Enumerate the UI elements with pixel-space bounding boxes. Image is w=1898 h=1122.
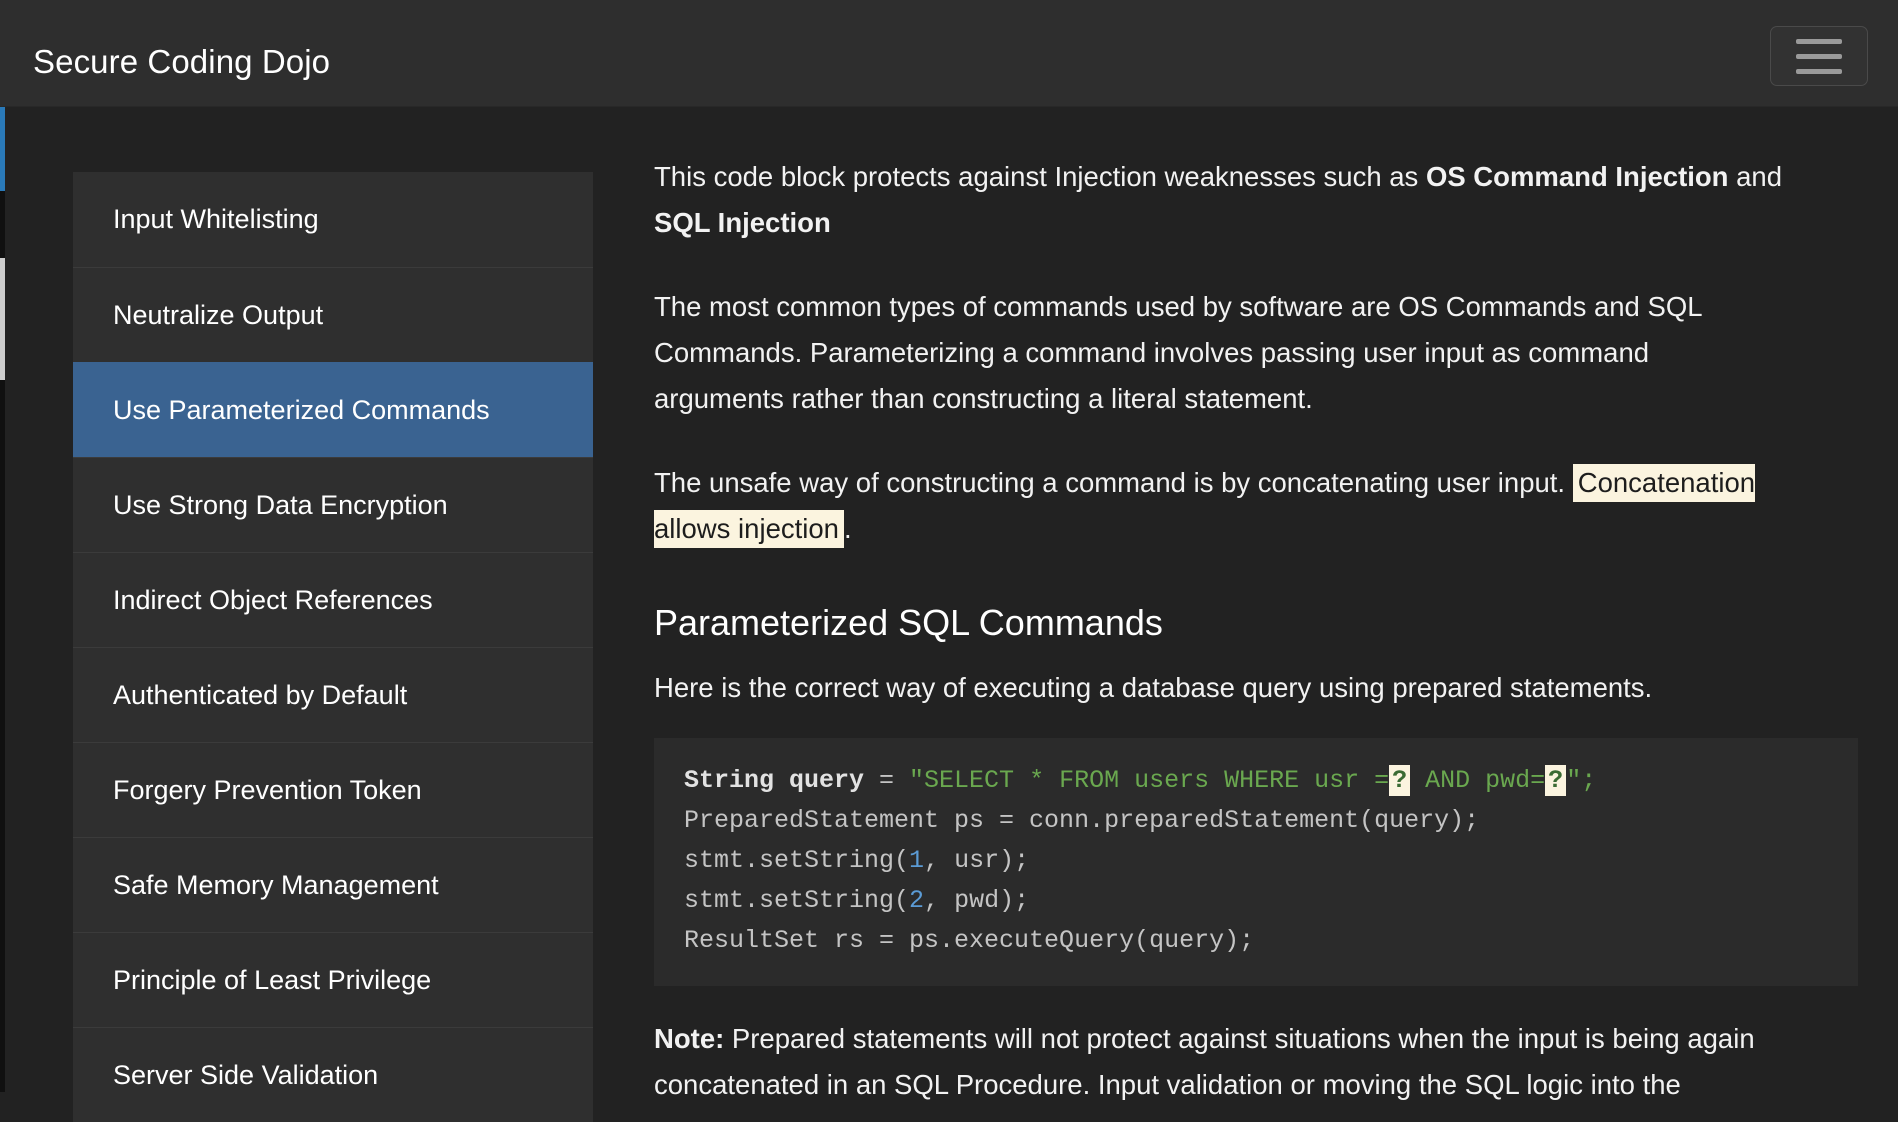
code-line3-post: , usr); xyxy=(924,846,1030,875)
code-block: String query = "SELECT * FROM users WHER… xyxy=(654,738,1858,986)
code-line5: ResultSet rs = ps.executeQuery(query); xyxy=(684,926,1255,955)
sidebar-item-label: Safe Memory Management xyxy=(113,870,439,900)
sidebar-item-label: Neutralize Output xyxy=(113,300,324,330)
code-line1-keyword: String query xyxy=(684,766,865,795)
note-label: Note: xyxy=(654,1023,725,1054)
hamburger-menu-icon-bar-3 xyxy=(1796,68,1842,74)
section-subtext: Here is the correct way of executing a d… xyxy=(654,672,1653,703)
sidebar-item-use-strong-data-encryption[interactable]: Use Strong Data Encryption xyxy=(73,457,593,552)
code-line1-string-mid: AND pwd= xyxy=(1410,766,1546,795)
code-line1-string-open: "SELECT * FROM users WHERE usr = xyxy=(909,766,1390,795)
sidebar-item-server-side-validation[interactable]: Server Side Validation xyxy=(73,1027,593,1122)
code-line1-placeholder-2: ? xyxy=(1545,765,1567,796)
code-line1-equals: = xyxy=(864,766,910,795)
sidebar-item-authenticated-by-default[interactable]: Authenticated by Default xyxy=(73,647,593,742)
sidebar-item-forgery-prevention-token[interactable]: Forgery Prevention Token xyxy=(73,742,593,837)
code-line1-string-close: "; xyxy=(1566,766,1597,795)
left-edge-rail xyxy=(0,107,5,1092)
code-line2: PreparedStatement ps = conn.preparedStat… xyxy=(684,806,1480,835)
code-line4-post: , pwd); xyxy=(924,886,1030,915)
sidebar-item-principle-of-least-privilege[interactable]: Principle of Least Privilege xyxy=(73,932,593,1027)
note-paragraph: Note: Prepared statements will not prote… xyxy=(654,1016,1859,1108)
code-line4-number: 2 xyxy=(909,886,925,915)
sidebar-item-label: Forgery Prevention Token xyxy=(113,775,422,805)
sidebar-item-label: Server Side Validation xyxy=(113,1060,379,1090)
section-heading: Parameterized SQL Commands xyxy=(654,602,1163,643)
intro-text-part2: and xyxy=(1728,161,1782,192)
sidebar-item-neutralize-output[interactable]: Neutralize Output xyxy=(73,267,593,362)
sidebar-item-label: Principle of Least Privilege xyxy=(113,965,432,995)
sidebar-item-label: Use Parameterized Commands xyxy=(113,395,490,425)
intro-text-part1: This code block protects against Injecti… xyxy=(654,161,1426,192)
code-line3-pre: stmt.setString( xyxy=(684,846,910,875)
intro-paragraph: This code block protects against Injecti… xyxy=(654,154,1839,246)
app-header: Secure Coding Dojo xyxy=(0,0,1898,107)
hamburger-menu-icon-bar-2 xyxy=(1796,53,1842,59)
sidebar-item-indirect-object-references[interactable]: Indirect Object References xyxy=(73,552,593,647)
sidebar-nav: Input Whitelisting Neutralize Output Use… xyxy=(73,172,593,1122)
intro-bold-os-command-injection: OS Command Injection xyxy=(1425,161,1729,192)
intro-bold-sql-injection: SQL Injection xyxy=(654,207,831,238)
sidebar-item-label: Indirect Object References xyxy=(113,585,433,615)
sidebar-item-safe-memory-management[interactable]: Safe Memory Management xyxy=(73,837,593,932)
brand-title: Secure Coding Dojo xyxy=(33,43,331,80)
page-scrollbar-thumb[interactable] xyxy=(0,258,5,380)
hamburger-menu-icon-bar-1 xyxy=(1796,38,1842,44)
code-line1-placeholder-1: ? xyxy=(1389,765,1411,796)
unsafe-text-part2: . xyxy=(843,513,852,544)
sidebar-item-label: Use Strong Data Encryption xyxy=(113,490,448,520)
code-content: String query = "SELECT * FROM users WHER… xyxy=(684,765,1596,955)
page-body: Input Whitelisting Neutralize Output Use… xyxy=(0,107,1898,1122)
note-text: Prepared statements will not protect aga… xyxy=(654,1023,1755,1100)
unsafe-paragraph: The unsafe way of constructing a command… xyxy=(654,460,1834,552)
sidebar-item-input-whitelisting[interactable]: Input Whitelisting xyxy=(73,172,593,267)
sidebar-item-label: Authenticated by Default xyxy=(113,680,408,710)
sidebar-item-use-parameterized-commands[interactable]: Use Parameterized Commands xyxy=(73,362,593,457)
main-content: This code block protects against Injecti… xyxy=(654,107,1898,1100)
unsafe-text-part1: The unsafe way of constructing a command… xyxy=(654,467,1573,498)
code-line4-pre: stmt.setString( xyxy=(684,886,910,915)
code-line3-number: 1 xyxy=(909,846,925,875)
sidebar-item-label: Input Whitelisting xyxy=(113,204,319,234)
left-edge-accent-strip xyxy=(0,107,5,191)
navbar-toggle-button[interactable] xyxy=(1770,26,1868,86)
types-paragraph: The most common types of commands used b… xyxy=(654,291,1702,414)
